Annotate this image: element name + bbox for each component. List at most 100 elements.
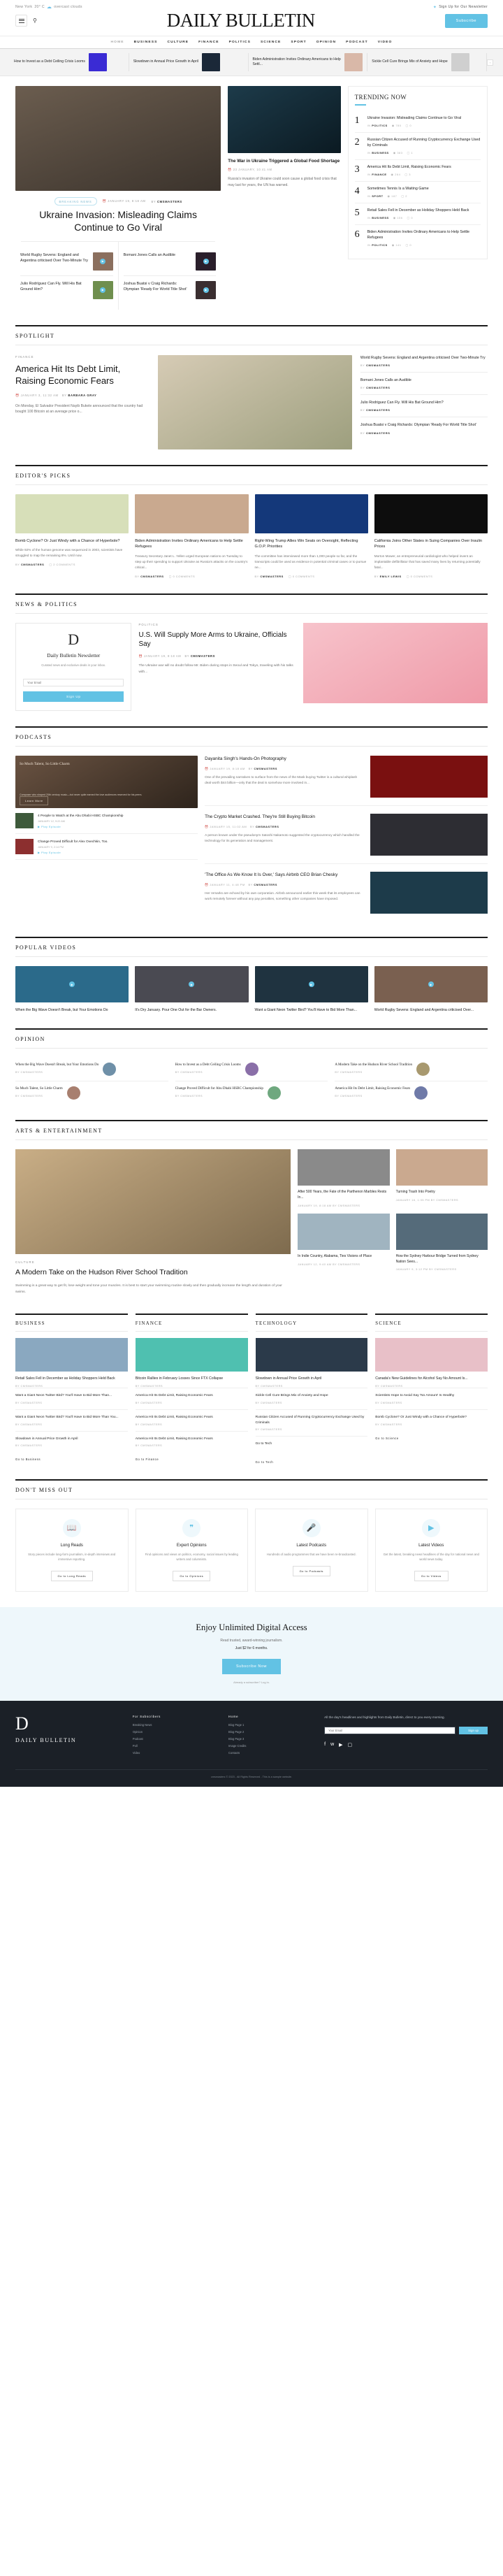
arts-category[interactable]: CULTURE [15,1260,291,1264]
play-icon[interactable]: ▶ [203,258,209,264]
podcast-episode[interactable]: 4 People to Watch at the Abu Dhabi HSBC … [15,808,198,835]
category-item[interactable]: Want a Giant Neon Twitter Bird? You'll H… [15,1388,128,1409]
category-item[interactable]: Scientists Hope to Avoid Say 'No Amount'… [375,1388,488,1409]
spotlight-side-item[interactable]: Bomani Jones Calls an Audible BY CMSMAST… [360,372,488,394]
twitter-icon[interactable]: w [330,1742,334,1748]
arts-small-card[interactable]: Turning Trash Into Poetry JANUARY 16, 1:… [395,1149,488,1207]
play-icon[interactable]: ▶ [428,981,434,988]
trending-item[interactable]: 1 Ukraine Invasion: Misleading Claims Co… [355,111,481,132]
opinion-item[interactable]: When the Big Wave Doesn't Break, but You… [15,1058,168,1081]
category-more-link[interactable]: Go to Tech [256,1460,368,1464]
nav-item-science[interactable]: SCIENCE [261,41,281,44]
footer-link[interactable]: Opinion [133,1730,219,1734]
editors-pick-card[interactable]: Bomb Cyclone? Or Just Windy with a Chanc… [15,494,129,578]
category-item[interactable]: Want a Giant Neon Twitter Bird? You'll H… [15,1409,128,1431]
spotlight-side-item[interactable]: Julio Rodriguez Can Fly. Will His Bat Gr… [360,394,488,417]
facebook-icon[interactable]: f [324,1742,326,1748]
trending-item[interactable]: 3 America Hit Its Debt Limit, Raising Ec… [354,159,481,181]
podcast-play-button[interactable]: ▶ Play Episode [38,825,123,828]
spotlight-side-item[interactable]: World Rugby Sevens: England and Argentin… [360,355,488,372]
category-lead[interactable]: Retail Sales Fell in December as Holiday… [15,1332,128,1388]
spotlight-category[interactable]: FINANCE [15,355,150,359]
search-icon[interactable]: ⚲ [33,17,37,24]
newsletter-email-input[interactable] [23,679,124,687]
spotlight-title[interactable]: America Hit Its Debt Limit, Raising Econ… [15,364,150,387]
ticker-item[interactable]: How to Invest as a Debt Ceiling Crisis L… [10,53,129,71]
nav-item-opinion[interactable]: OPINION [316,41,336,44]
dont-miss-card[interactable]: 🎤 Latest Podcasts Hundreds of audio prog… [255,1508,368,1592]
category-item[interactable]: Sickle Cell Cure Brings Mix of Anxiety a… [255,1388,368,1409]
nav-item-culture[interactable]: CULTURE [167,41,189,44]
site-logo[interactable]: DAILY BULLETIN [167,11,316,30]
podcast-article-row[interactable]: 'The Office As We Know It Is Over,' Says… [205,863,488,921]
arts-small-card[interactable]: In Indie Country, Alabama, Ties Visions … [298,1213,390,1272]
arts-title[interactable]: A Modern Take on the Hudson River School… [15,1268,291,1278]
news-politics-lead[interactable]: POLITICS U.S. Will Supply More Arms to U… [138,623,296,711]
opinion-item[interactable]: America Hit Its Debt Limit, Raising Econ… [335,1081,488,1104]
category-lead[interactable]: Bitcoin Rallies in February Losses Since… [135,1332,248,1388]
category-item[interactable]: Russian Citizen Accused of Running Crypt… [255,1409,368,1436]
play-icon[interactable]: ▶ [100,258,106,264]
play-icon[interactable]: ▶ [100,287,106,293]
dont-miss-button[interactable]: Go to Videos [414,1571,449,1582]
nav-item-politics[interactable]: POLITICS [229,41,251,44]
podcast-article-row[interactable]: The Crypto Market Crashed. They're Still… [205,805,488,863]
spotlight-side-item[interactable]: Joshua Buatsi v Craig Richards: Olympian… [360,417,488,439]
hero-secondary-title[interactable]: The War in Ukraine Triggered a Global Fo… [228,158,340,164]
spotlight-lead[interactable]: FINANCE America Hit Its Debt Limit, Rais… [15,355,150,449]
dont-miss-button[interactable]: Go to Podcasts [292,1566,330,1577]
popular-video-card[interactable]: ▶ World Rugby Sevens: England and Argent… [374,966,488,1013]
popular-video-card[interactable]: ▶ It's Dry January. Pour One Out for the… [135,966,249,1013]
category-lead[interactable]: Canada's New Guidelines for Alcohol Say … [375,1332,488,1388]
category-lead[interactable]: Slowdown in Annual Price Growth in April… [255,1332,368,1388]
category-item[interactable]: Go to Tech [255,1436,368,1455]
footer-link[interactable]: Video [133,1751,219,1755]
dont-miss-card[interactable]: 📖 Long Reads Story pieces include long-f… [15,1508,129,1592]
podcast-play-button[interactable]: ▶ Play Episode [38,851,108,854]
category-more-link[interactable]: Go to Finance [136,1458,248,1461]
popular-video-card[interactable]: ▶ When the Big Wave Doesn't Break, but Y… [15,966,129,1013]
hero-video-item[interactable]: World Rugby Sevens: England and Argentin… [20,247,113,275]
nav-item-podcast[interactable]: PODCAST [346,41,368,44]
arts-lead[interactable]: CULTURE A Modern Take on the Hudson Rive… [15,1149,291,1295]
newsletter-signup-button[interactable]: Sign Up [23,691,124,703]
footer-link[interactable]: Podcast [133,1737,219,1741]
news-politics-title[interactable]: U.S. Will Supply More Arms to Ukraine, O… [138,631,296,649]
trending-item[interactable]: 5 Retail Sales Fell in December as Holid… [354,202,481,224]
play-icon[interactable]: ▶ [203,287,209,293]
nav-item-video[interactable]: VIDEO [378,41,393,44]
dont-miss-button[interactable]: Go to Opinions [173,1571,211,1582]
podcast-episode[interactable]: Change Proved Difficult for Alex Ovechki… [15,834,198,861]
footer-link[interactable]: Breaking News [133,1723,219,1727]
hero-main-story[interactable]: BREAKING NEWS ⏰ JANUARY 19, 8:18 AM BY C… [15,86,221,310]
play-icon[interactable]: ▶ [189,981,195,988]
trending-item[interactable]: 2 Russian Citizen Accused of Running Cry… [354,131,481,159]
dont-miss-card[interactable]: ▶ Latest Videos Get the latest, breaking… [374,1508,488,1592]
podcast-learn-more-button[interactable]: Learn More [20,796,49,806]
trending-item[interactable]: 6 Biden Administration Invites Ordinary … [354,224,481,252]
hero-video-item[interactable]: Bomani Jones Calls an Audible ▶ [124,247,217,275]
footer-link[interactable]: Blog Page 1 [228,1723,314,1727]
subscribe-button[interactable]: Subscribe [444,13,488,28]
category-item[interactable]: America Hit Its Debt Limit, Raising Econ… [135,1409,248,1431]
news-politics-category[interactable]: POLITICS [138,623,296,626]
category-more-link[interactable]: Go to Business [15,1458,128,1461]
footer-link[interactable]: Image Credits [228,1744,314,1748]
instagram-icon[interactable]: ▢ [348,1742,353,1748]
arts-small-card[interactable]: How the Sydney Harbour Bridge Turned fro… [395,1213,488,1271]
newsletter-signup-link[interactable]: ✦ Sign Up for Our Newsletter [433,5,488,10]
popular-video-card[interactable]: ▶ Want a Giant Neon Twitter Bird? You'll… [254,966,368,1013]
footer-link[interactable]: Contacts [228,1751,314,1755]
dont-miss-card[interactable]: ❞ Expert Opinions Find opinions and view… [135,1508,248,1592]
opinion-item[interactable]: So Much Talent, So Little Charm BY CMSMA… [15,1081,168,1104]
hero-video-item[interactable]: Joshua Buatsi v Craig Richards: Olympian… [123,275,217,304]
hero-video-item[interactable]: Julio Rodríguez Can Fly. Will His Bat Gr… [20,275,113,304]
dont-miss-button[interactable]: Go to Long Reads [50,1571,93,1582]
ticker-item[interactable]: Biden Administration Invites Ordinary Am… [249,53,368,71]
category-item[interactable]: America Hit Its Debt Limit, Raising Econ… [135,1430,248,1453]
ticker-next-arrow[interactable]: › [487,59,493,66]
hamburger-icon[interactable] [15,15,27,27]
category-item[interactable]: Slowdown in Annual Price Growth in April… [15,1430,128,1453]
editors-pick-card[interactable]: California Joins Other States in Suing C… [374,494,488,578]
nav-item-business[interactable]: BUSINESS [134,41,158,44]
